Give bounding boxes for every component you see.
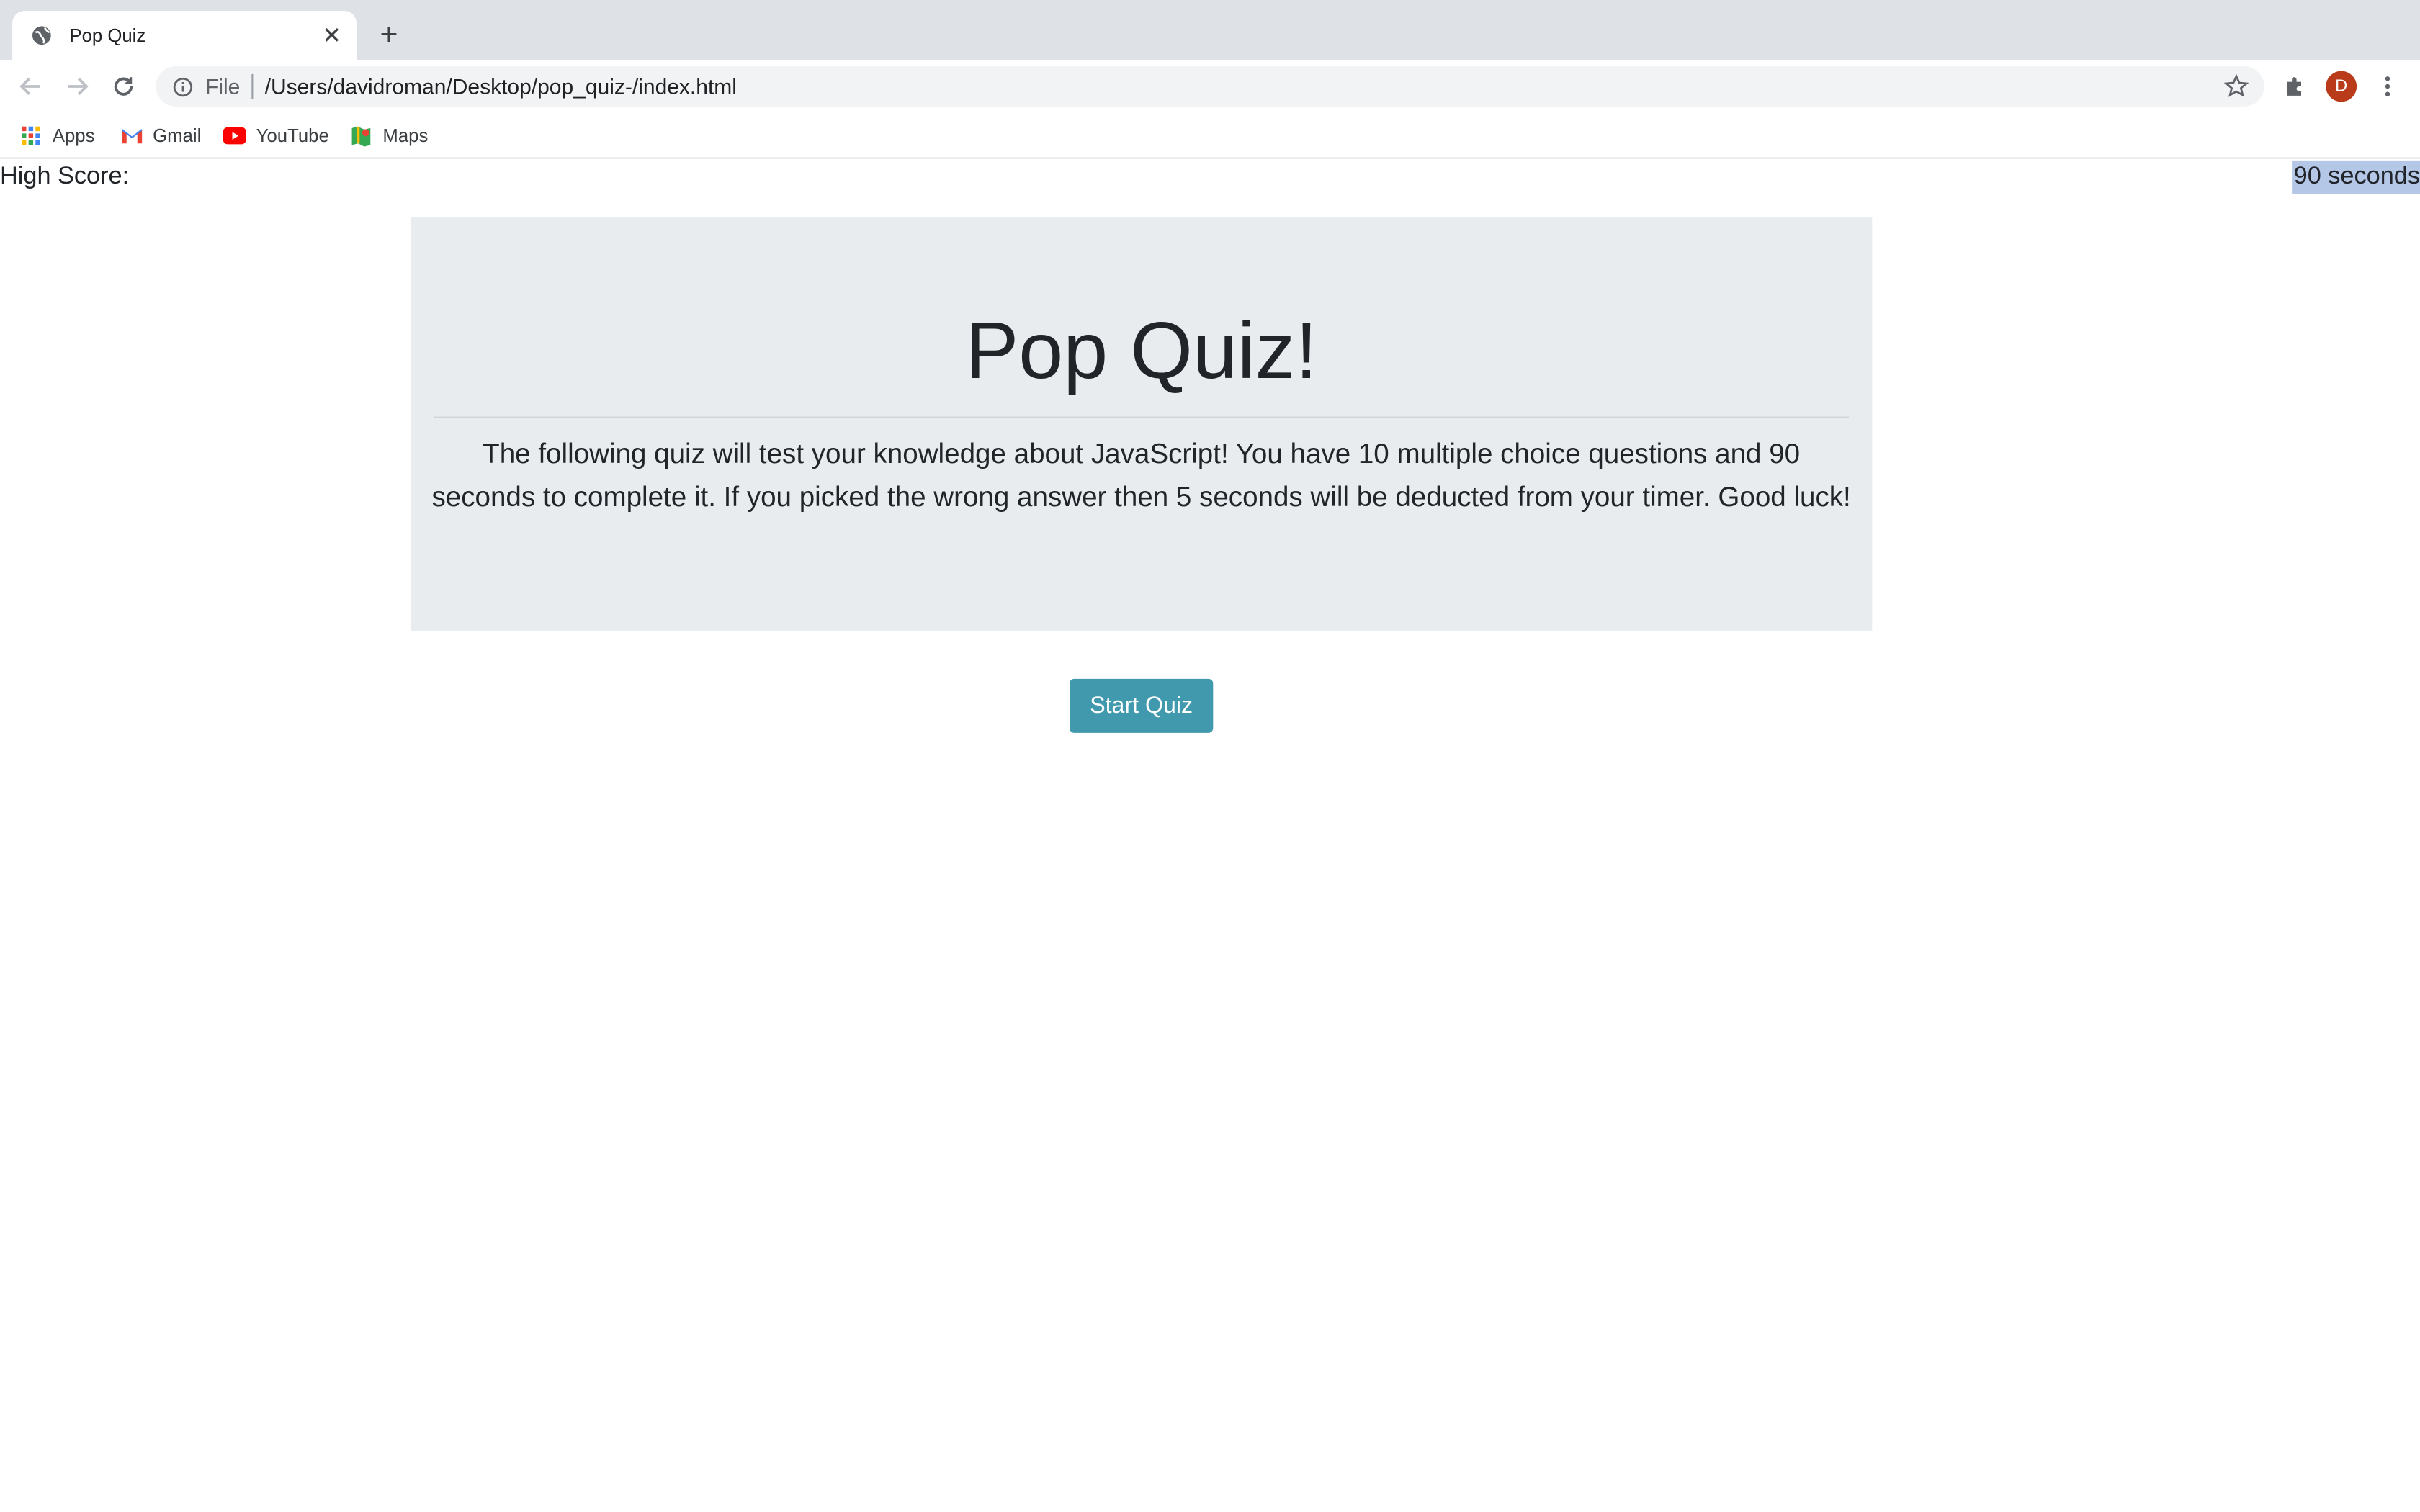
bookmark-star-icon[interactable] bbox=[2223, 73, 2251, 101]
address-url[interactable]: /Users/davidroman/Desktop/pop_quiz-/inde… bbox=[265, 74, 2223, 99]
gmail-icon bbox=[119, 122, 143, 147]
high-score-label[interactable]: High Score: bbox=[0, 163, 129, 192]
browser-tab[interactable]: Pop Quiz ✕ bbox=[12, 11, 357, 60]
intro-jumbotron: Pop Quiz! The following quiz will test y… bbox=[411, 217, 1873, 631]
avatar: D bbox=[2326, 71, 2357, 102]
profile-avatar[interactable]: D bbox=[2324, 69, 2358, 103]
timer-display: 90 seconds bbox=[2292, 160, 2420, 194]
browser-toolbar: File /Users/davidroman/Desktop/pop_quiz-… bbox=[0, 60, 2420, 113]
address-bar[interactable]: File /Users/davidroman/Desktop/pop_quiz-… bbox=[156, 66, 2264, 107]
info-icon[interactable] bbox=[171, 76, 193, 97]
globe-icon bbox=[30, 23, 54, 48]
close-tab-icon[interactable]: ✕ bbox=[316, 20, 347, 51]
tab-title: Pop Quiz bbox=[69, 24, 146, 47]
quiz-description: The following quiz will test your knowle… bbox=[431, 438, 1851, 513]
tab-strip: Pop Quiz ✕ + bbox=[0, 0, 2420, 60]
bookmark-label: Maps bbox=[382, 124, 429, 146]
page-title: Pop Quiz! bbox=[964, 307, 1318, 397]
page-content: High Score: 90 seconds Pop Quiz! The fol… bbox=[0, 158, 2420, 1512]
extensions-puzzle-icon[interactable] bbox=[2278, 69, 2312, 103]
bookmark-label: Gmail bbox=[153, 124, 202, 146]
start-quiz-button[interactable]: Start Quiz bbox=[1070, 678, 1214, 733]
bookmark-apps[interactable]: Apps bbox=[19, 122, 95, 148]
forward-arrow-icon[interactable] bbox=[60, 69, 94, 103]
bookmark-youtube[interactable]: YouTube bbox=[223, 122, 329, 148]
youtube-icon bbox=[223, 122, 247, 147]
address-divider bbox=[251, 73, 253, 99]
reload-icon[interactable] bbox=[107, 69, 140, 103]
new-tab-icon[interactable]: + bbox=[372, 18, 405, 53]
bookmark-label: YouTube bbox=[256, 124, 329, 146]
bookmark-label: Apps bbox=[52, 124, 95, 146]
divider bbox=[434, 416, 1850, 418]
bookmarks-bar: Apps Gmail YouTube Maps bbox=[0, 112, 2420, 159]
apps-grid-icon bbox=[19, 122, 43, 147]
menu-dots-icon[interactable] bbox=[2370, 69, 2404, 103]
address-scheme: File bbox=[205, 73, 241, 99]
maps-icon bbox=[349, 122, 373, 147]
bookmark-gmail[interactable]: Gmail bbox=[119, 122, 201, 148]
back-arrow-icon[interactable] bbox=[14, 69, 48, 103]
bookmark-maps[interactable]: Maps bbox=[349, 122, 428, 148]
